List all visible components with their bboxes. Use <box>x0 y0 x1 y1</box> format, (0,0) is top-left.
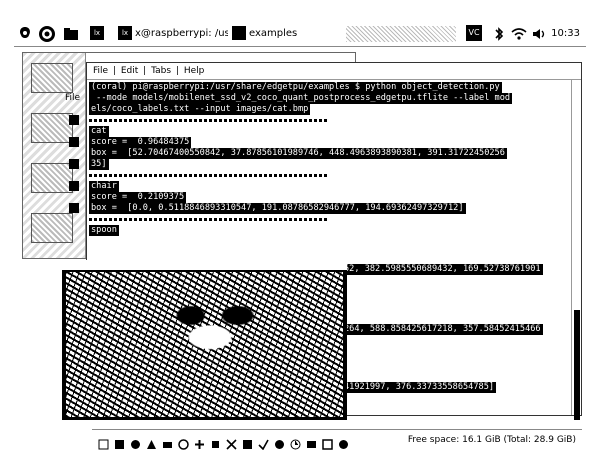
terminal-line: box = [0.0, 0.5118846893310547, 191.0878… <box>89 203 466 214</box>
toolbar-icon[interactable] <box>226 435 237 450</box>
toolbar-icon[interactable] <box>194 435 205 449</box>
terminal-scrollbar[interactable] <box>571 80 581 420</box>
toolbar-icon[interactable] <box>322 435 333 450</box>
menu-tabs[interactable]: Tabs <box>151 66 171 76</box>
toolbar-icon[interactable] <box>146 435 157 449</box>
image-thumbnail[interactable] <box>31 163 73 193</box>
taskbar-item-examples[interactable]: examples <box>232 25 342 43</box>
toolbar-icon[interactable] <box>306 435 317 448</box>
toolbar-icon[interactable] <box>178 435 189 450</box>
toolbar-icon[interactable] <box>162 435 173 448</box>
terminal-task-icon: lx <box>90 26 104 40</box>
vc-tray-icon[interactable]: VC <box>466 25 482 43</box>
terminal-line-partial: 41921997, 376.33733558654785] <box>342 382 497 393</box>
toolbar-icon[interactable] <box>210 435 221 448</box>
terminal-line: --mode models/mobilenet_ssd_v2_coco_quan… <box>89 93 513 104</box>
terminal-line: cat <box>89 126 109 137</box>
separator-line <box>89 119 329 122</box>
terminal-line: 35] <box>89 159 109 170</box>
free-space-status: Free space: 16.1 GiB (Total: 28.9 GiB) <box>407 433 576 447</box>
terminal-task-icon: lx <box>118 26 132 40</box>
top-panel: lx lxx@raspberrypi: /usr/... examples VC… <box>14 22 586 47</box>
taskbar-item-terminal-2[interactable]: lxx@raspberrypi: /usr/... <box>118 25 228 43</box>
toolbar-icon[interactable] <box>242 435 253 449</box>
taskbar-item-terminal-1[interactable]: lx <box>90 25 116 43</box>
file-manager-icon[interactable] <box>62 25 80 43</box>
terminal-line: spoon <box>89 225 119 236</box>
image-thumbnail[interactable] <box>31 213 73 243</box>
terminal-line-partial: 264, 588.858425617218, 357.58452415466 <box>342 324 543 335</box>
image-thumbnail[interactable] <box>31 63 73 93</box>
scrollbar-thumb[interactable] <box>574 310 580 420</box>
file-menu-partial[interactable]: File <box>65 93 80 103</box>
bluetooth-icon[interactable] <box>490 25 508 43</box>
cat-image <box>66 272 343 417</box>
terminal-line-partial: 52, 382.5985550689432, 169.52738761901 <box>342 264 543 275</box>
terminal-menubar: File | Edit | Tabs | Help <box>87 63 581 80</box>
folder-icon[interactable] <box>69 159 79 169</box>
toolbar-icon[interactable] <box>130 435 141 449</box>
terminal-line: chair <box>89 181 119 192</box>
menu-edit[interactable]: Edit <box>121 66 138 76</box>
terminal-line: score = 0.2109375 <box>89 192 187 203</box>
separator-line <box>89 218 329 221</box>
volume-icon[interactable] <box>530 25 548 43</box>
desktop-wallpaper-strip <box>23 53 86 258</box>
folder-icon[interactable] <box>69 115 79 125</box>
terminal-line: box = [52.70467400550842, 37.87856101989… <box>89 148 507 159</box>
terminal-line: (coral) pi@raspberrypi:/usr/share/edgetp… <box>89 82 502 93</box>
folder-task-icon <box>232 26 246 40</box>
menu-help[interactable]: Help <box>184 66 205 76</box>
terminal-line: score = 0.96484375 <box>89 137 192 148</box>
wifi-icon[interactable] <box>510 25 528 43</box>
folder-icon[interactable] <box>69 203 79 213</box>
raspberry-menu-icon[interactable] <box>16 25 34 43</box>
toolbar-icon[interactable] <box>274 435 285 449</box>
file-manager-statusbar: Free space: 16.1 GiB (Total: 28.9 GiB) <box>92 429 582 451</box>
image-thumbnail[interactable] <box>31 113 73 143</box>
toolbar-icon[interactable] <box>258 435 269 451</box>
image-viewer-titlebar[interactable] <box>62 260 347 271</box>
folder-icon[interactable] <box>69 181 79 191</box>
separator-line <box>89 174 329 177</box>
toolbar-icon[interactable] <box>338 435 349 449</box>
browser-icon[interactable] <box>38 25 56 43</box>
toolbar-icon[interactable] <box>114 435 125 449</box>
taskbar-item-blank[interactable] <box>346 26 456 42</box>
folder-icon[interactable] <box>69 137 79 147</box>
toolbar-icon[interactable] <box>98 435 109 450</box>
clock[interactable]: 10:33 <box>551 25 580 43</box>
terminal-line: els/coco_labels.txt --input images/cat.b… <box>89 104 311 115</box>
menu-file[interactable]: File <box>93 66 108 76</box>
image-viewer-window[interactable] <box>62 260 347 420</box>
toolbar-icon[interactable] <box>290 435 301 450</box>
